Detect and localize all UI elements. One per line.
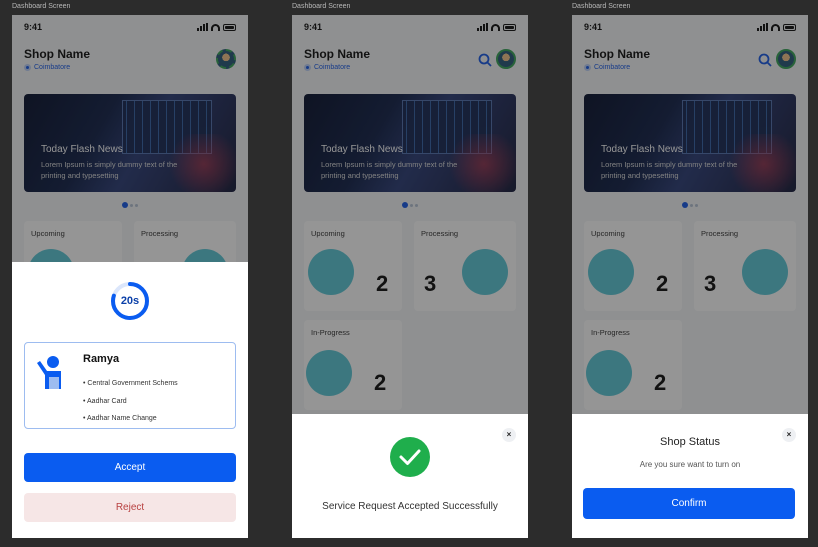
- person-icon: [37, 356, 61, 389]
- frame-label: Dashboard Screen: [292, 3, 351, 10]
- frame-label: Dashboard Screen: [12, 3, 71, 10]
- confirm-button[interactable]: Confirm: [583, 488, 795, 519]
- check-icon: [390, 437, 430, 477]
- phone-screen-shop-status: 9:41 Shop Name Coimbatore Today Flash Ne…: [572, 15, 808, 538]
- customer-name: Ramya: [83, 353, 120, 365]
- phone-screen-request: 9:41 Shop Name Coimbatore Today Flash Ne…: [12, 15, 248, 538]
- modal-title: Shop Status: [660, 436, 720, 448]
- success-message: Service Request Accepted Successfully: [322, 501, 498, 512]
- service-item: • Aadhar Name Change: [83, 415, 157, 422]
- reject-button[interactable]: Reject: [24, 493, 236, 522]
- service-label: Central Government Schems: [87, 380, 178, 387]
- frame-label: Dashboard Screen: [572, 3, 631, 10]
- service-item: • Aadhar Card: [83, 397, 127, 405]
- countdown-timer: 20s: [110, 281, 150, 321]
- phone-screen-success: 9:41 Shop Name Coimbatore Today Flash Ne…: [292, 15, 528, 538]
- modal-subtitle: Are you sure want to turn on: [639, 460, 741, 469]
- timer-text: 20s: [120, 295, 140, 307]
- service-label: Aadhar Name Change: [87, 415, 157, 422]
- customer-card: Ramya • Central Government Schems • Aadh…: [24, 342, 236, 429]
- accept-button[interactable]: Accept: [24, 453, 236, 482]
- success-sheet: × Service Request Accepted Successfully: [292, 414, 528, 538]
- shop-status-sheet: × Shop Status Are you sure want to turn …: [572, 414, 808, 538]
- service-item: • Central Government Schems: [83, 380, 178, 387]
- service-label: Aadhar Card: [87, 397, 127, 405]
- service-list: • Central Government Schems • Aadhar Car…: [83, 375, 178, 428]
- service-request-sheet: 20s Ramya • Central Government Schems • …: [12, 262, 248, 538]
- close-icon[interactable]: ×: [502, 428, 516, 442]
